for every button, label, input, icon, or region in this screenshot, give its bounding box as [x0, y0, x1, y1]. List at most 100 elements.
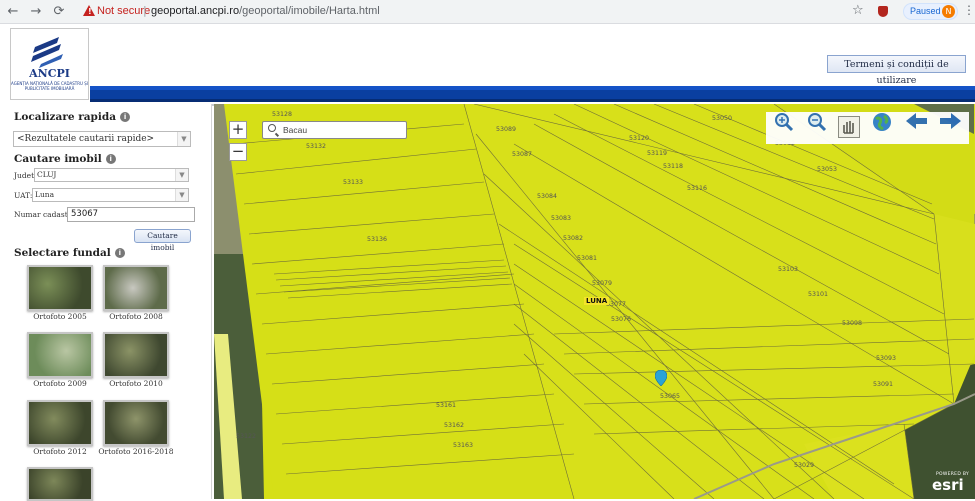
terms-button[interactable]: Termeni și condiții de utilizare — [827, 55, 966, 86]
basemap-label: Ortofoto 2010 — [109, 379, 163, 388]
chevron-down-icon: ▼ — [177, 132, 190, 146]
back-icon[interactable]: ← — [6, 4, 20, 19]
basemap-label: Ortofoto 2012 — [33, 447, 87, 456]
site-header: Termeni și condiții de utilizare — [0, 24, 975, 106]
info-icon[interactable]: i — [114, 248, 125, 258]
uat-label: UAT: — [14, 191, 33, 200]
parcel-label[interactable]: 53162 — [444, 422, 464, 429]
map-toolbar — [766, 112, 969, 144]
logo-emblem-icon — [31, 37, 63, 68]
reload-icon[interactable]: ⟳ — [52, 4, 66, 19]
forward-arrow-icon[interactable] — [940, 112, 962, 130]
cadastral-number-input[interactable]: 53067 — [67, 207, 195, 222]
url-separator: | — [143, 4, 147, 17]
pan-hand-icon[interactable] — [838, 116, 860, 138]
parcel-label[interactable]: 53163 — [453, 442, 473, 449]
address-bar[interactable]: geoportal.ancpi.ro/geoportal/imobile/Har… — [151, 5, 380, 17]
parcel-label[interactable]: 53083 — [551, 215, 571, 222]
zoom-in-button[interactable]: + — [229, 121, 247, 139]
back-arrow-icon[interactable] — [906, 112, 928, 130]
basemap-label: Ortofoto 2009 — [33, 379, 87, 388]
map-search-value: Bacau — [283, 125, 308, 135]
left-panel: Localizare rapida i <Rezultatele cautarii… — [8, 104, 212, 501]
parcel-label[interactable]: 53079 — [592, 280, 612, 287]
parcel-label[interactable]: 53091 — [873, 381, 893, 388]
url-host: geoportal.ancpi.ro — [151, 5, 240, 17]
profile-status: Paused — [910, 6, 941, 16]
parcel-label[interactable]: 53161 — [436, 402, 456, 409]
parcel-label[interactable]: 53119 — [647, 150, 667, 157]
parcel-label[interactable]: 53082 — [563, 235, 583, 242]
globe-icon[interactable] — [872, 112, 892, 132]
parcel-label[interactable]: 53120 — [629, 135, 649, 142]
browser-menu-icon[interactable]: ⋮ — [963, 3, 975, 17]
county-value: CLUJ — [37, 170, 57, 179]
orthophoto-extra-thumbnail[interactable] — [27, 467, 93, 501]
orthophoto-2008-thumbnail[interactable] — [103, 265, 169, 311]
chevron-down-icon: ▼ — [175, 169, 188, 181]
parcel-label[interactable]: 53065 — [660, 393, 680, 400]
uat-value: Luna — [35, 190, 55, 199]
parcel-label[interactable]: 53076 — [611, 316, 631, 323]
ancpi-logo[interactable]: ANCPI AGENȚIA NAȚIONALĂ DE CADASTRU ȘI P… — [10, 28, 89, 100]
basemap-label: Ortofoto 2016-2018 — [98, 447, 174, 456]
parcel-label[interactable]: 53136 — [367, 236, 387, 243]
parcel-label[interactable]: 53087 — [512, 151, 532, 158]
map-search-input[interactable]: Bacau — [262, 121, 407, 139]
parcel-label[interactable]: 53084 — [537, 193, 557, 200]
basemap-title-text: Selectare fundal — [14, 247, 111, 259]
quick-search-value: <Rezultatele cautarii rapide> — [17, 134, 155, 144]
locality-label: LUNA — [584, 297, 610, 305]
orthophoto-2016-2018-thumbnail[interactable] — [103, 400, 169, 446]
url-path: /geoportal/imobile/Harta.html — [239, 5, 380, 17]
property-search-button[interactable]: Cautare imobil — [134, 229, 191, 252]
parcel-label[interactable]: 53122 — [236, 433, 256, 440]
parcel-label[interactable]: 53103 — [778, 266, 798, 273]
extension-shield-icon[interactable] — [878, 6, 888, 17]
parcel-label[interactable]: 53089 — [496, 126, 516, 133]
map-view[interactable]: 53128 53132 53133 53136 53089 53087 5308… — [214, 104, 975, 499]
info-icon[interactable]: i — [105, 154, 116, 164]
chevron-down-icon: ▼ — [175, 189, 188, 201]
parcel-label[interactable]: 53050 — [712, 115, 732, 122]
forward-icon[interactable]: → — [29, 4, 43, 19]
info-icon[interactable]: i — [120, 112, 131, 122]
orthophoto-2009-thumbnail[interactable] — [27, 332, 93, 378]
esri-brand: esri — [932, 476, 964, 494]
location-pin-icon[interactable] — [655, 370, 667, 386]
header-blue-bar — [90, 86, 975, 102]
property-search-title-text: Cautare imobil — [14, 153, 102, 165]
logo-text: ANCPI — [29, 67, 70, 80]
zoom-in-icon[interactable] — [774, 112, 794, 132]
parcel-label[interactable]: 53133 — [343, 179, 363, 186]
orthophoto-2005-thumbnail[interactable] — [27, 265, 93, 311]
parcel-label[interactable]: 53132 — [306, 143, 326, 150]
basemap-title: Selectare fundal i — [14, 247, 125, 259]
orthophoto-2010-thumbnail[interactable] — [103, 332, 169, 378]
parcel-label[interactable]: 53101 — [808, 291, 828, 298]
uat-select[interactable]: Luna ▼ — [32, 188, 189, 202]
browser-toolbar: ← → ⟳ ! Not secure | geoportal.ancpi.ro/… — [0, 0, 975, 24]
zoom-out-button[interactable]: − — [229, 143, 247, 161]
avatar: N — [942, 5, 955, 18]
county-select[interactable]: CLUJ ▼ — [34, 168, 189, 182]
search-icon — [268, 124, 276, 132]
parcel-label[interactable]: 53098 — [842, 320, 862, 327]
logo-subtitle: AGENȚIA NAȚIONALĂ DE CADASTRU ȘI PUBLICI… — [11, 81, 88, 91]
parcel-label[interactable]: 53118 — [663, 163, 683, 170]
property-search-title: Cautare imobil i — [14, 153, 116, 165]
parcel-label[interactable]: 53128 — [272, 111, 292, 118]
parcel-label[interactable]: 53116 — [687, 185, 707, 192]
parcel-label[interactable]: 53029 — [794, 462, 814, 469]
quick-search-title-text: Localizare rapida — [14, 111, 117, 123]
zoom-out-icon[interactable] — [807, 112, 827, 132]
parcel-label[interactable]: 53053 — [817, 166, 837, 173]
quick-search-select[interactable]: <Rezultatele cautarii rapide> ▼ — [13, 131, 191, 147]
bookmark-star-icon[interactable]: ☆ — [852, 3, 864, 18]
parcel-label[interactable]: 53093 — [876, 355, 896, 362]
orthophoto-2012-thumbnail[interactable] — [27, 400, 93, 446]
warning-icon: ! — [83, 5, 95, 16]
profile-button[interactable]: Paused N — [903, 3, 958, 20]
quick-search-title: Localizare rapida i — [14, 111, 131, 123]
parcel-label[interactable]: 53081 — [577, 255, 597, 262]
